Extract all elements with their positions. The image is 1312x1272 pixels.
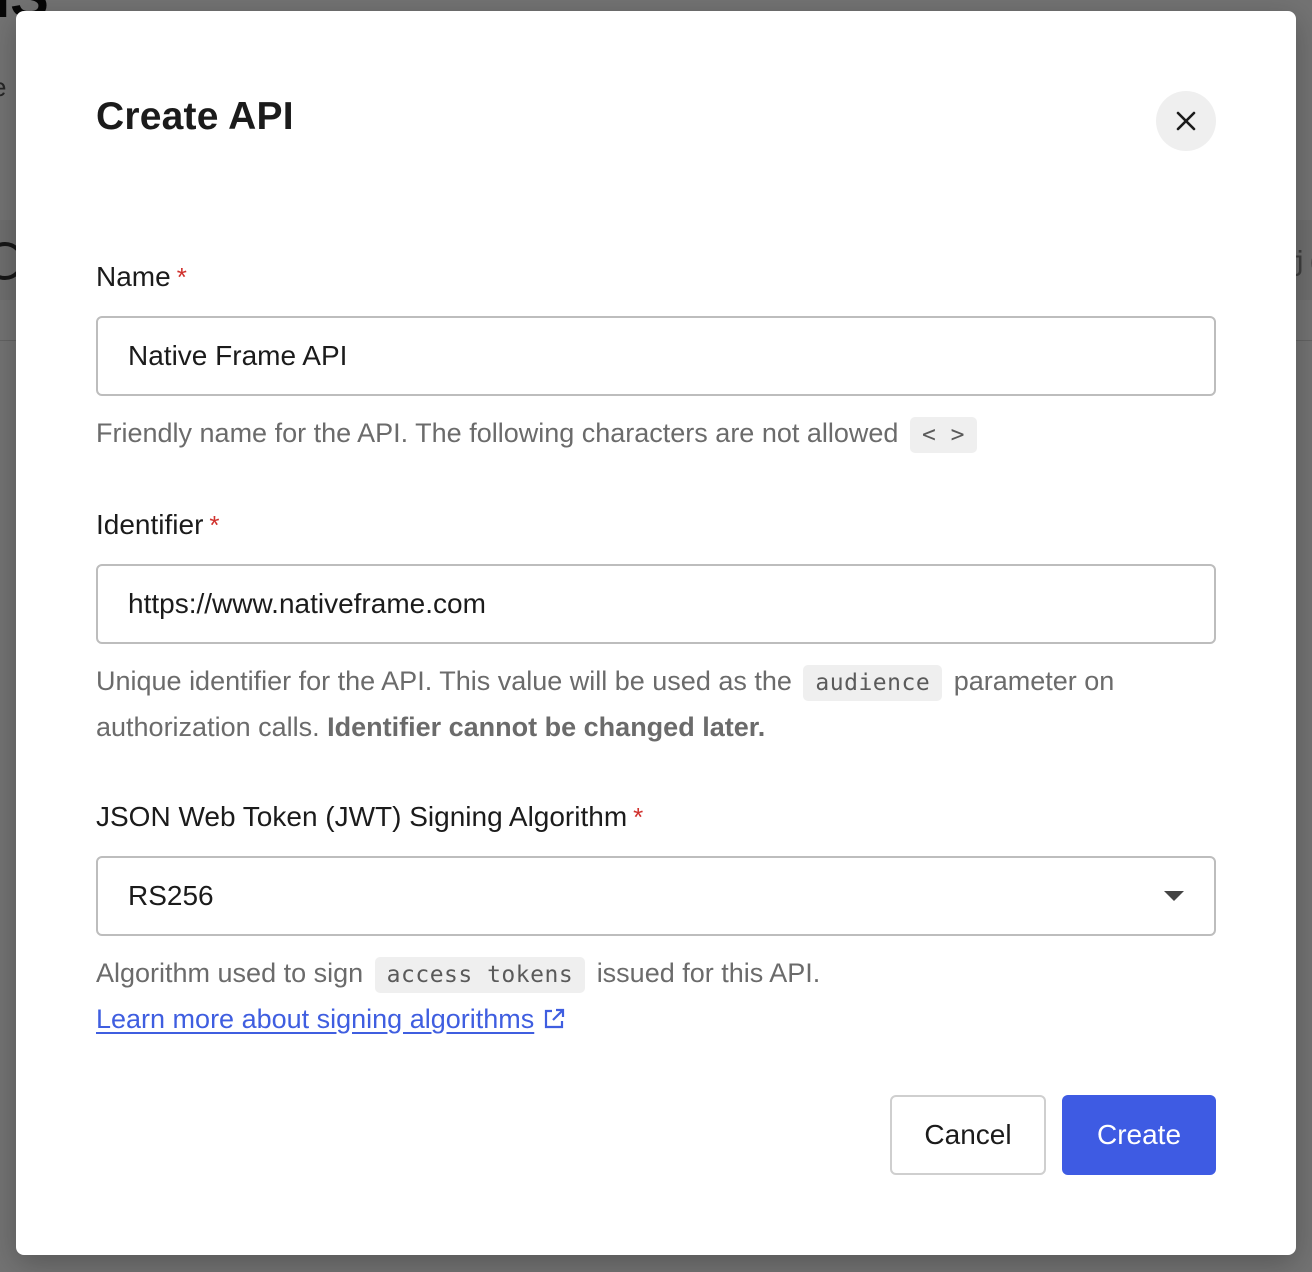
algorithm-label: JSON Web Token (JWT) Signing Algorithm * — [96, 801, 643, 833]
close-button[interactable] — [1156, 91, 1216, 151]
identifier-label: Identifier * — [96, 509, 220, 541]
external-link-icon — [545, 1008, 565, 1029]
chevron-down-icon — [1164, 891, 1184, 901]
name-help-desc: Friendly name for the API. The following… — [96, 418, 899, 448]
algorithm-label-text: JSON Web Token (JWT) Signing Algorithm — [96, 801, 628, 832]
dialog-title: Create API — [96, 95, 294, 138]
close-icon — [1176, 111, 1196, 131]
identifier-help-text: Unique identifier for the API. This valu… — [96, 659, 1226, 749]
algorithm-help-after: issued for this API. — [596, 958, 821, 988]
signing-algorithms-link-text: Learn more about signing algorithms — [96, 1004, 535, 1034]
algorithm-help-text: Algorithm used to sign access tokens iss… — [96, 951, 1226, 1041]
algorithm-selected-value: RS256 — [128, 880, 214, 911]
algorithm-help-before: Algorithm used to sign — [96, 958, 364, 988]
identifier-help-warning: Identifier cannot be changed later. — [327, 712, 766, 742]
identifier-input[interactable] — [96, 564, 1216, 644]
name-label-text: Name — [96, 261, 171, 292]
name-label: Name * — [96, 261, 187, 293]
name-help-text: Friendly name for the API. The following… — [96, 411, 1226, 457]
cancel-button[interactable]: Cancel — [890, 1095, 1046, 1175]
algorithm-required-mark: * — [633, 802, 644, 832]
identifier-help-code: audience — [803, 665, 943, 701]
create-api-dialog: Create API Name * Friendly name for the … — [16, 11, 1296, 1255]
identifier-help-before: Unique identifier for the API. This valu… — [96, 666, 792, 696]
identifier-required-mark: * — [209, 510, 220, 540]
algorithm-help-code: access tokens — [374, 957, 586, 993]
name-input[interactable] — [96, 316, 1216, 396]
algorithm-select[interactable]: RS256 — [96, 856, 1216, 936]
create-button[interactable]: Create — [1062, 1095, 1216, 1175]
name-required-mark: * — [176, 262, 187, 292]
name-help-code: < > — [909, 417, 977, 453]
identifier-label-text: Identifier — [96, 509, 204, 540]
signing-algorithms-link[interactable]: Learn more about signing algorithms — [96, 997, 566, 1041]
